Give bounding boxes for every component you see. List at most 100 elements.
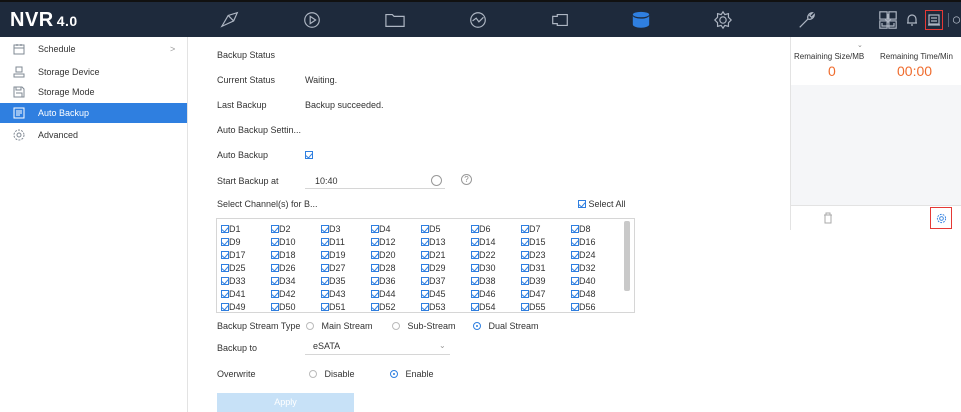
overwrite-option-enable[interactable]: Enable: [390, 369, 434, 379]
channel-checkbox[interactable]: D27: [321, 263, 346, 273]
backup-to-label: Backup to: [217, 343, 258, 353]
app-logo: NVR 4.0: [10, 9, 78, 31]
chevron-down-icon[interactable]: ⌄: [857, 41, 863, 49]
channel-checkbox[interactable]: D47: [521, 289, 546, 299]
stream-option-sub[interactable]: Sub-Stream: [392, 321, 456, 331]
channel-checkbox[interactable]: D54: [471, 302, 496, 312]
settings-icon[interactable]: [711, 9, 735, 31]
channel-checkbox[interactable]: D17: [221, 250, 246, 260]
channel-checkbox[interactable]: D35: [321, 276, 346, 286]
power-icon[interactable]: [952, 12, 961, 28]
file-folder-icon[interactable]: [383, 9, 407, 31]
stream-option-dual[interactable]: Dual Stream: [473, 321, 539, 331]
playback-icon[interactable]: [300, 9, 324, 31]
channel-checkbox[interactable]: D23: [521, 250, 546, 260]
remaining-time-label: Remaining Time/Min: [880, 52, 953, 61]
remaining-size-value: 0: [828, 63, 836, 79]
channel-checkbox[interactable]: D32: [571, 263, 596, 273]
channel-checkbox[interactable]: D2: [271, 224, 291, 234]
channel-checkbox[interactable]: D37: [421, 276, 446, 286]
channel-checkbox[interactable]: D20: [371, 250, 396, 260]
channel-checkbox[interactable]: D55: [521, 302, 546, 312]
channel-checkbox[interactable]: D25: [221, 263, 246, 273]
channel-checkbox[interactable]: D51: [321, 302, 346, 312]
auto-backup-checkbox[interactable]: [305, 150, 313, 160]
clock-icon[interactable]: [431, 175, 442, 186]
channel-checkbox[interactable]: D53: [421, 302, 446, 312]
channel-checkbox[interactable]: D33: [221, 276, 246, 286]
channel-checkbox[interactable]: D39: [521, 276, 546, 286]
chevron-right-icon: >: [170, 44, 176, 54]
channel-list[interactable]: D1 D2 D3 D4 D5 D6 D7 D8 D9 D10 D11 D12 D13 D14 D15 D16 D…: [216, 218, 635, 313]
channel-checkbox[interactable]: D19: [321, 250, 346, 260]
channel-checkbox[interactable]: D52: [371, 302, 396, 312]
channel-checkbox[interactable]: D56: [571, 302, 596, 312]
task-list-icon[interactable]: [925, 10, 943, 30]
channel-checkbox[interactable]: D11: [321, 237, 345, 247]
backup-to-select[interactable]: eSATA ⌄: [305, 338, 450, 355]
channel-checkbox[interactable]: D28: [371, 263, 396, 273]
channel-checkbox[interactable]: D43: [321, 289, 346, 299]
camera-icon[interactable]: [548, 9, 572, 31]
sidebar-item-storage-device[interactable]: Storage Device: [0, 62, 187, 82]
channel-list-scrollbar[interactable]: [624, 221, 630, 291]
channel-checkbox[interactable]: D12: [371, 237, 396, 247]
channel-checkbox[interactable]: D14: [471, 237, 496, 247]
channel-checkbox[interactable]: D3: [321, 224, 341, 234]
channel-checkbox[interactable]: D26: [271, 263, 296, 273]
channel-checkbox[interactable]: D18: [271, 250, 296, 260]
bell-icon[interactable]: [904, 12, 920, 28]
maintenance-icon[interactable]: [795, 9, 819, 31]
storage-icon[interactable]: [629, 9, 653, 31]
apply-button[interactable]: Apply: [217, 393, 354, 412]
stream-type-label: Backup Stream Type: [217, 321, 301, 331]
channel-checkbox[interactable]: D8: [571, 224, 591, 234]
overwrite-option-disable[interactable]: Disable: [309, 369, 355, 379]
sidebar-item-schedule[interactable]: Schedule >: [0, 39, 187, 59]
backup-progress-panel: ⌄ Remaining Size/MB Remaining Time/Min 0…: [790, 37, 961, 230]
channel-checkbox[interactable]: D36: [371, 276, 396, 286]
channel-checkbox[interactable]: D15: [521, 237, 546, 247]
channel-checkbox[interactable]: D45: [421, 289, 446, 299]
stream-option-main[interactable]: Main Stream: [306, 321, 373, 331]
sidebar-item-storage-mode[interactable]: Storage Mode: [0, 82, 187, 102]
channel-checkbox[interactable]: D38: [471, 276, 496, 286]
channel-checkbox[interactable]: D21: [421, 250, 446, 260]
help-icon[interactable]: ?: [461, 174, 472, 185]
channel-checkbox[interactable]: D44: [371, 289, 396, 299]
channel-checkbox[interactable]: D7: [521, 224, 541, 234]
channel-checkbox[interactable]: D29: [421, 263, 446, 273]
channel-checkbox[interactable]: D6: [471, 224, 491, 234]
sidebar-item-auto-backup[interactable]: Auto Backup: [0, 103, 187, 123]
live-view-icon[interactable]: [218, 9, 242, 31]
sidebar-item-advanced[interactable]: Advanced: [0, 125, 187, 145]
channel-checkbox[interactable]: D9: [221, 237, 241, 247]
channel-checkbox[interactable]: D46: [471, 289, 496, 299]
channel-checkbox[interactable]: D50: [271, 302, 296, 312]
chevron-down-icon: ⌄: [439, 341, 446, 350]
channel-checkbox[interactable]: D40: [571, 276, 596, 286]
start-backup-time-input[interactable]: 10:40: [305, 173, 445, 189]
download-icon[interactable]: [880, 12, 896, 28]
channel-checkbox[interactable]: D31: [521, 263, 546, 273]
settings-gear-icon[interactable]: [930, 207, 952, 229]
channel-checkbox[interactable]: D5: [421, 224, 441, 234]
channel-checkbox[interactable]: D49: [221, 302, 246, 312]
channel-checkbox[interactable]: D16: [571, 237, 596, 247]
channel-checkbox[interactable]: D41: [221, 289, 246, 299]
channel-checkbox[interactable]: D42: [271, 289, 296, 299]
channel-checkbox[interactable]: D1: [221, 224, 241, 234]
channel-checkbox[interactable]: D34: [271, 276, 296, 286]
channel-checkbox[interactable]: D48: [571, 289, 596, 299]
smart-analysis-icon[interactable]: [466, 9, 490, 31]
channel-checkbox[interactable]: D13: [421, 237, 446, 247]
last-backup-value: Backup succeeded.: [305, 100, 384, 110]
save-icon: [13, 86, 25, 98]
channel-checkbox[interactable]: D10: [271, 237, 296, 247]
select-all-checkbox[interactable]: Select All: [578, 199, 626, 209]
trash-icon[interactable]: [823, 212, 833, 224]
channel-checkbox[interactable]: D24: [571, 250, 596, 260]
channel-checkbox[interactable]: D22: [471, 250, 496, 260]
channel-checkbox[interactable]: D30: [471, 263, 496, 273]
channel-checkbox[interactable]: D4: [371, 224, 391, 234]
